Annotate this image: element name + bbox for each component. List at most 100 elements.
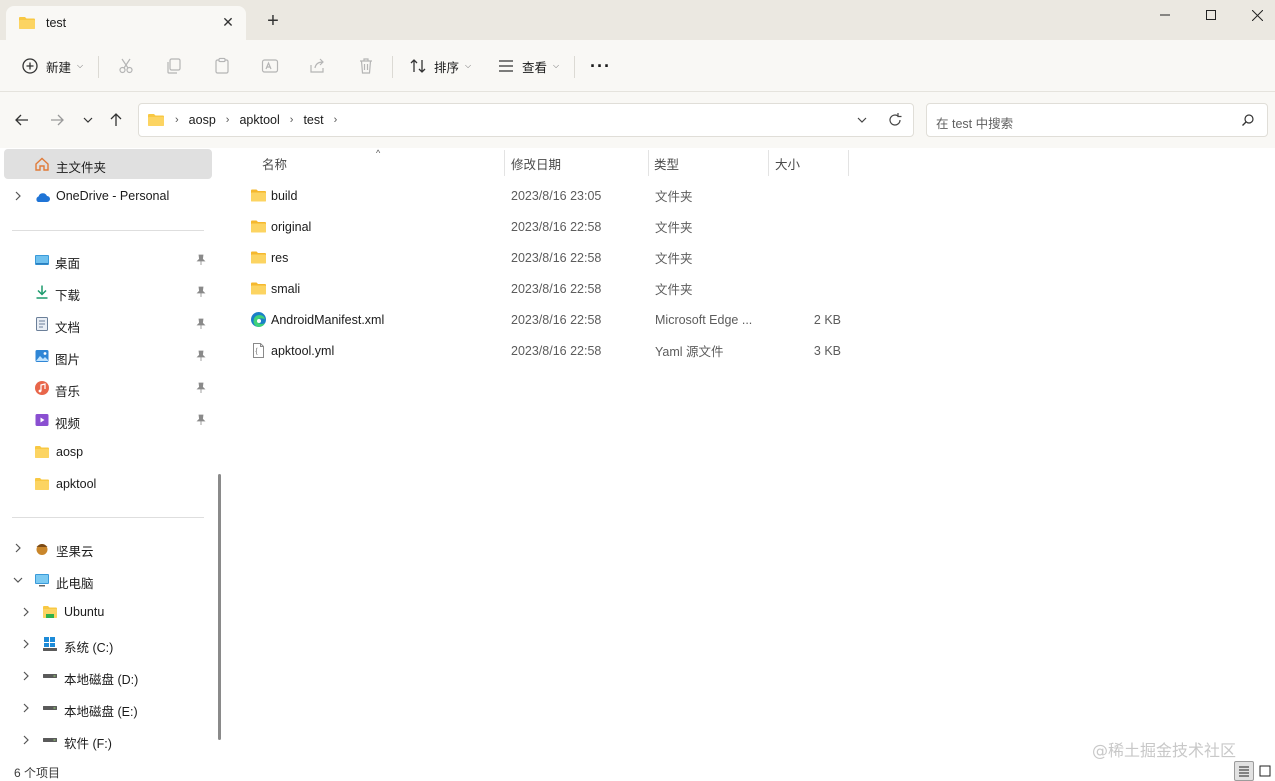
- close-tab-icon[interactable]: ✕: [220, 14, 236, 30]
- copy-button[interactable]: [164, 52, 184, 80]
- pin-icon[interactable]: [196, 414, 206, 426]
- sidebar-item-videos[interactable]: 视频: [4, 405, 212, 435]
- share-button[interactable]: [308, 52, 328, 80]
- file-type: 文件夹: [655, 221, 693, 235]
- tiles-view-button[interactable]: [1255, 761, 1275, 781]
- file-name: apktool.yml: [271, 343, 335, 358]
- recent-locations-button[interactable]: [77, 109, 99, 131]
- chevron-right-icon[interactable]: [20, 638, 32, 650]
- sidebar-item-label: 桌面: [55, 257, 81, 271]
- table-row[interactable]: smali 2023/8/16 22:58 文件夹: [242, 273, 852, 304]
- table-row[interactable]: build 2023/8/16 23:05 文件夹: [242, 180, 852, 211]
- chevron-right-icon[interactable]: [12, 190, 24, 202]
- file-size: [790, 242, 841, 273]
- table-row[interactable]: apktool.yml 2023/8/16 22:58 Yaml 源文件 3 K…: [242, 335, 852, 366]
- sidebar-item-label: 视频: [55, 417, 81, 431]
- sidebar-item-documents[interactable]: 文档: [4, 309, 212, 339]
- folder-icon: [251, 220, 266, 233]
- sidebar-item-apktool[interactable]: apktool: [4, 469, 212, 499]
- view-button[interactable]: 查看 ⌵: [496, 52, 559, 80]
- breadcrumb-test[interactable]: test: [303, 113, 323, 127]
- sidebar-item-ubuntu[interactable]: Ubuntu: [4, 597, 212, 627]
- sidebar-item-desktop[interactable]: 桌面: [4, 245, 212, 275]
- cloud-icon: [36, 193, 50, 202]
- table-row[interactable]: res 2023/8/16 22:58 文件夹: [242, 242, 852, 273]
- column-header-modified[interactable]: 修改日期: [511, 148, 561, 178]
- rename-button[interactable]: [260, 52, 280, 80]
- minimize-button[interactable]: [1142, 0, 1188, 30]
- maximize-button[interactable]: [1188, 0, 1234, 30]
- trash-icon: [360, 58, 372, 74]
- file-size: [790, 180, 841, 211]
- sidebar-item-home[interactable]: 主文件夹: [4, 149, 212, 179]
- folder-icon: [35, 446, 49, 458]
- breadcrumb-apktool[interactable]: apktool: [239, 113, 279, 127]
- chevron-right-icon[interactable]: [20, 734, 32, 746]
- drive-icon: [43, 738, 57, 742]
- column-header-name[interactable]: 名称: [262, 148, 287, 178]
- back-button[interactable]: [11, 109, 33, 131]
- sidebar-item-this-pc[interactable]: 此电脑: [4, 565, 212, 595]
- home-icon: [35, 157, 49, 171]
- sidebar-item-downloads[interactable]: 下载: [4, 277, 212, 307]
- sidebar-item-drive-d[interactable]: 本地磁盘 (D:): [4, 661, 212, 691]
- chevron-right-icon[interactable]: [20, 670, 32, 682]
- search-icon: [1242, 114, 1254, 126]
- file-modified: 2023/8/16 22:58: [511, 219, 602, 234]
- chevron-right-icon[interactable]: ›: [334, 114, 338, 126]
- table-row[interactable]: original 2023/8/16 22:58 文件夹: [242, 211, 852, 242]
- column-divider[interactable]: [504, 150, 505, 176]
- sidebar-item-drive-f[interactable]: 软件 (F:): [4, 725, 212, 755]
- chevron-right-icon: ›: [175, 114, 179, 126]
- cut-button[interactable]: [116, 52, 136, 80]
- file-type: 文件夹: [655, 252, 693, 266]
- close-window-button[interactable]: [1234, 0, 1275, 30]
- refresh-icon[interactable]: [887, 112, 903, 128]
- pin-icon[interactable]: [196, 350, 206, 362]
- new-tab-button[interactable]: +: [262, 10, 284, 32]
- pin-icon[interactable]: [196, 318, 206, 330]
- table-row[interactable]: AndroidManifest.xml 2023/8/16 22:58 Micr…: [242, 304, 852, 335]
- column-divider[interactable]: [768, 150, 769, 176]
- chevron-down-icon[interactable]: [855, 113, 869, 127]
- column-header-size[interactable]: 大小: [775, 148, 800, 178]
- toolbar-divider: [574, 56, 575, 78]
- file-size: 2 KB: [813, 312, 841, 327]
- new-button[interactable]: 新建 ⌵: [20, 52, 83, 80]
- sidebar-item-label: OneDrive - Personal: [56, 189, 170, 203]
- search-input[interactable]: 在 test 中搜索: [926, 103, 1268, 137]
- tiles-view-icon: [1259, 765, 1271, 777]
- sidebar-item-drive-c[interactable]: 系统 (C:): [4, 629, 212, 659]
- sort-button[interactable]: 排序 ⌵: [408, 52, 471, 80]
- sidebar-item-drive-e[interactable]: 本地磁盘 (E:): [4, 693, 212, 723]
- column-divider[interactable]: [648, 150, 649, 176]
- chevron-right-icon[interactable]: [12, 542, 24, 554]
- chevron-down-icon[interactable]: [12, 574, 24, 586]
- more-options-button[interactable]: ···: [590, 52, 611, 80]
- chevron-right-icon[interactable]: [20, 702, 32, 714]
- tab-test[interactable]: test ✕: [6, 6, 246, 40]
- sidebar-item-aosp[interactable]: aosp: [4, 437, 212, 467]
- sidebar-item-pictures[interactable]: 图片: [4, 341, 212, 371]
- sidebar-item-jianguoyun[interactable]: 坚果云: [4, 533, 212, 563]
- up-button[interactable]: [105, 109, 127, 131]
- paste-button[interactable]: [212, 52, 232, 80]
- pin-icon[interactable]: [196, 382, 206, 394]
- chevron-right-icon[interactable]: [20, 606, 32, 618]
- breadcrumb-aosp[interactable]: aosp: [189, 113, 216, 127]
- forward-button[interactable]: [46, 109, 68, 131]
- sidebar-item-onedrive[interactable]: OneDrive - Personal: [4, 181, 212, 211]
- column-header-type[interactable]: 类型: [654, 148, 679, 178]
- search-placeholder: 在 test 中搜索: [936, 117, 1014, 131]
- details-view-button[interactable]: [1234, 761, 1254, 781]
- linux-folder-icon: [43, 606, 57, 618]
- delete-button[interactable]: [356, 52, 376, 80]
- sidebar-scrollbar[interactable]: [218, 474, 221, 740]
- address-bar[interactable]: › aosp › apktool › test ›: [138, 103, 914, 137]
- sidebar-item-label: 软件 (F:): [64, 737, 112, 751]
- pin-icon[interactable]: [196, 254, 206, 266]
- column-divider[interactable]: [848, 150, 849, 176]
- pin-icon[interactable]: [196, 286, 206, 298]
- sidebar-item-music[interactable]: 音乐: [4, 373, 212, 403]
- sort-icon: [410, 59, 426, 73]
